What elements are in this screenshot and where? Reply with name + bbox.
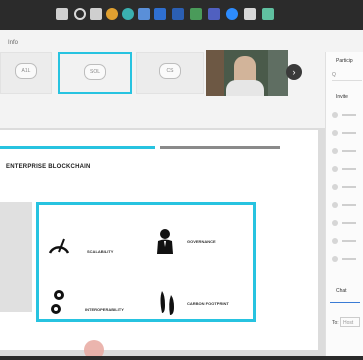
- participant-name-placeholder: [342, 240, 356, 242]
- feature-label-interoperability: INTEROPERABILITY: [85, 307, 124, 312]
- participant-row[interactable]: [330, 200, 362, 210]
- presentation-slide: ENTERPRISE BLOCKCHAIN SCALABILITY GOVERN…: [0, 130, 318, 360]
- participant-row[interactable]: [330, 164, 362, 174]
- background-shelf: [206, 50, 224, 96]
- participant-name-placeholder: [342, 168, 356, 170]
- participant-row[interactable]: [330, 254, 362, 264]
- feature-label-carbon-footprint: CARBON FOOTPRINT: [187, 301, 229, 306]
- meeting-window: Info A1L SOL CS › ENTERPRISE BLOCKCHAIN: [0, 30, 363, 360]
- gauge-icon: [48, 238, 70, 254]
- participant-name-placeholder: [342, 222, 356, 224]
- participant-row[interactable]: [330, 110, 362, 120]
- slide-side-panel: [0, 202, 32, 312]
- avatar: [332, 130, 338, 136]
- teams-icon[interactable]: [208, 8, 220, 20]
- app-icon[interactable]: [262, 8, 274, 20]
- store-icon[interactable]: [138, 8, 150, 20]
- chat-title: Chat: [336, 288, 347, 294]
- participant-row[interactable]: [330, 128, 362, 138]
- shared-screen-stage: ENTERPRISE BLOCKCHAIN SCALABILITY GOVERN…: [0, 128, 325, 360]
- avatar: CS: [159, 63, 181, 79]
- search-icon[interactable]: [74, 8, 86, 20]
- participant-search-input[interactable]: Q: [332, 72, 362, 81]
- avatar: [332, 112, 338, 118]
- excel-icon[interactable]: [190, 8, 202, 20]
- taskbar: [0, 0, 363, 30]
- edge-icon[interactable]: [122, 8, 134, 20]
- chat-to-label: To:: [332, 320, 339, 326]
- avatar: [332, 202, 338, 208]
- chat-recipient-select[interactable]: Host: [340, 317, 360, 327]
- avatar: [332, 220, 338, 226]
- manager-icon: [157, 229, 173, 254]
- bottom-toolbar: [0, 356, 363, 360]
- feature-label-scalability: SCALABILITY: [87, 249, 114, 254]
- avatar: [332, 238, 338, 244]
- avatar: [332, 148, 338, 154]
- participant-name-placeholder: [342, 132, 356, 134]
- participant-tile[interactable]: A1L: [0, 52, 52, 94]
- participant-row[interactable]: [330, 236, 362, 246]
- zoom-icon[interactable]: [226, 8, 238, 20]
- avatar: A1L: [15, 63, 37, 79]
- participant-name-placeholder: [342, 258, 356, 260]
- task-view-icon[interactable]: [90, 8, 102, 20]
- features-panel: SCALABILITY GOVERNANCE INTEROPERABILITY: [36, 202, 256, 322]
- participant-name-placeholder: [342, 186, 356, 188]
- participant-row[interactable]: [330, 218, 362, 228]
- footprint-icon: [160, 291, 174, 315]
- sidebar-invite-label[interactable]: Invite: [336, 94, 348, 100]
- avatar: [332, 184, 338, 190]
- participant-tile-active[interactable]: SOL: [58, 52, 132, 94]
- participant-name-placeholder: [342, 150, 356, 152]
- avatar: [332, 256, 338, 262]
- participant-name-placeholder: [342, 114, 356, 116]
- participant-row[interactable]: [330, 146, 362, 156]
- chrome-icon[interactable]: [106, 8, 118, 20]
- participant-shirt: [226, 80, 264, 96]
- next-participants-button[interactable]: ›: [286, 64, 302, 80]
- participant-tile[interactable]: CS: [136, 52, 204, 94]
- slide-divider-bar: [160, 146, 280, 149]
- participant-name-placeholder: [342, 204, 356, 206]
- chat-divider: [330, 302, 360, 303]
- vlc-icon[interactable]: [244, 8, 256, 20]
- background-wall: [268, 50, 288, 96]
- gears-icon: [51, 290, 64, 314]
- word-icon[interactable]: [172, 8, 184, 20]
- mail-icon[interactable]: [154, 8, 166, 20]
- feature-label-governance: GOVERNANCE: [187, 239, 216, 244]
- header-tag: Info: [8, 40, 19, 46]
- camera-video-tile[interactable]: [206, 50, 288, 96]
- participants-sidebar: Particip Q Invite Chat To: Host: [325, 52, 363, 360]
- slide-accent-bar: [0, 146, 155, 149]
- participant-row[interactable]: [330, 182, 362, 192]
- slide-title: ENTERPRISE BLOCKCHAIN: [6, 164, 91, 170]
- windows-icon[interactable]: [56, 8, 68, 20]
- avatar: SOL: [84, 64, 106, 80]
- avatar: [332, 166, 338, 172]
- sidebar-title: Particip: [336, 58, 353, 64]
